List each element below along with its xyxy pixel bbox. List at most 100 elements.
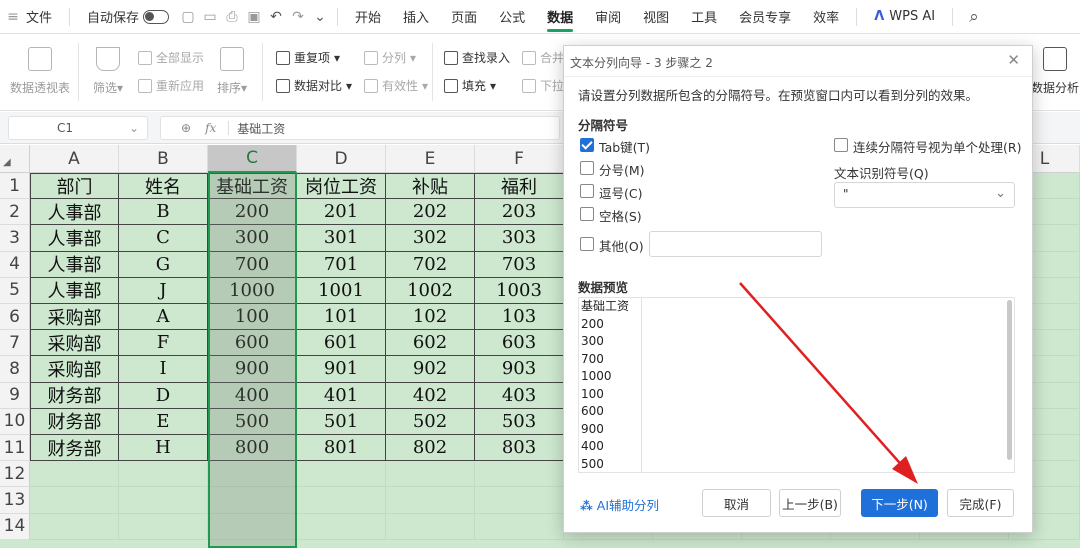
row-header[interactable]: 10: [0, 408, 30, 435]
column-header-e[interactable]: E: [386, 145, 475, 173]
validity-button[interactable]: 有效性 ▾: [364, 77, 428, 94]
data-cell[interactable]: 203: [475, 199, 564, 226]
save-icon[interactable]: ▢: [177, 0, 199, 34]
tab-formula[interactable]: 公式: [488, 0, 536, 34]
grid-cell[interactable]: [386, 461, 475, 488]
other-checkbox[interactable]: [580, 237, 594, 251]
formula-input[interactable]: ⊕ fx 基础工资: [160, 116, 560, 140]
grid-cell[interactable]: [119, 487, 208, 514]
zoom-icon[interactable]: ⊕: [181, 121, 191, 135]
tab-data[interactable]: 数据: [536, 0, 584, 34]
grid-cell[interactable]: [30, 461, 119, 488]
data-cell[interactable]: 402: [386, 382, 475, 409]
data-cell[interactable]: 503: [475, 408, 564, 435]
print-icon[interactable]: ⎙: [221, 0, 243, 34]
data-cell[interactable]: B: [119, 199, 208, 226]
grid-cell[interactable]: [475, 513, 564, 540]
grid-cell[interactable]: [30, 487, 119, 514]
header-cell[interactable]: 姓名: [119, 173, 208, 200]
data-compare-button[interactable]: 数据对比 ▾: [276, 77, 352, 94]
data-cell[interactable]: 702: [386, 251, 475, 278]
grid-cell[interactable]: [119, 513, 208, 540]
row-header[interactable]: 9: [0, 382, 30, 409]
data-cell[interactable]: 人事部: [30, 225, 119, 252]
data-cell[interactable]: 102: [386, 304, 475, 331]
filter-button[interactable]: 筛选▾: [90, 47, 126, 96]
data-cell[interactable]: 401: [297, 382, 386, 409]
comma-checkbox[interactable]: [580, 184, 594, 198]
row-header[interactable]: 4: [0, 251, 30, 278]
consecutive-delimiters-label[interactable]: 连续分隔符号视为单个处理(R): [853, 137, 1021, 156]
grid-cell[interactable]: [475, 487, 564, 514]
next-button[interactable]: 下一步(N): [861, 489, 938, 517]
data-cell[interactable]: 501: [297, 408, 386, 435]
row-header[interactable]: 5: [0, 277, 30, 304]
grid-cell[interactable]: [297, 513, 386, 540]
grid-cell[interactable]: [297, 487, 386, 514]
data-cell[interactable]: 202: [386, 199, 475, 226]
data-cell[interactable]: 财务部: [30, 408, 119, 435]
data-cell[interactable]: 1001: [297, 277, 386, 304]
data-cell[interactable]: 303: [475, 225, 564, 252]
tab-member[interactable]: 会员专享: [728, 0, 802, 34]
merge-button[interactable]: 合并: [522, 49, 564, 66]
data-analysis-button[interactable]: 数据分析: [1030, 47, 1080, 96]
row-header[interactable]: 3: [0, 225, 30, 252]
data-cell[interactable]: 701: [297, 251, 386, 278]
fill-button[interactable]: 填充 ▾: [444, 77, 496, 94]
export-icon[interactable]: ▭: [199, 0, 221, 34]
row-header[interactable]: 6: [0, 304, 30, 331]
data-cell[interactable]: C: [119, 225, 208, 252]
comma-checkbox-label[interactable]: 逗号(C): [599, 183, 642, 202]
data-cell[interactable]: J: [119, 277, 208, 304]
file-menu[interactable]: 文件: [24, 0, 63, 34]
close-icon[interactable]: ✕: [1007, 51, 1020, 69]
data-cell[interactable]: 1003: [475, 277, 564, 304]
row-header[interactable]: 8: [0, 356, 30, 383]
row-header[interactable]: 12: [0, 461, 30, 488]
column-header-c[interactable]: C: [208, 145, 297, 173]
preview-scrollbar[interactable]: [1007, 300, 1012, 460]
data-cell[interactable]: 403: [475, 382, 564, 409]
data-cell[interactable]: 采购部: [30, 330, 119, 357]
data-cell[interactable]: 201: [297, 199, 386, 226]
split-column-button[interactable]: 分列 ▾: [364, 49, 416, 66]
finish-button[interactable]: 完成(F): [947, 489, 1014, 517]
grid-cell[interactable]: [386, 487, 475, 514]
row-header[interactable]: 14: [0, 513, 30, 540]
lookup-entry-button[interactable]: 查找录入: [444, 49, 510, 66]
column-header-d[interactable]: D: [297, 145, 386, 173]
header-cell[interactable]: 补贴: [386, 173, 475, 200]
data-cell[interactable]: 901: [297, 356, 386, 383]
data-cell[interactable]: 801: [297, 435, 386, 462]
data-cell[interactable]: 601: [297, 330, 386, 357]
grid-cell[interactable]: [30, 513, 119, 540]
row-header[interactable]: 11: [0, 435, 30, 462]
fx-icon[interactable]: fx: [205, 121, 216, 135]
data-cell[interactable]: 301: [297, 225, 386, 252]
sort-button[interactable]: 排序▾: [214, 47, 250, 96]
row-header[interactable]: 7: [0, 330, 30, 357]
name-box[interactable]: C1 ⌄: [8, 116, 148, 140]
space-checkbox[interactable]: [580, 207, 594, 221]
data-cell[interactable]: 人事部: [30, 199, 119, 226]
data-cell[interactable]: 302: [386, 225, 475, 252]
show-all-button[interactable]: 全部显示: [138, 49, 204, 66]
grid-cell[interactable]: [119, 461, 208, 488]
back-button[interactable]: 上一步(B): [779, 489, 841, 517]
data-cell[interactable]: 人事部: [30, 251, 119, 278]
tab-view[interactable]: 视图: [632, 0, 680, 34]
data-cell[interactable]: 903: [475, 356, 564, 383]
data-cell[interactable]: 人事部: [30, 277, 119, 304]
data-cell[interactable]: F: [119, 330, 208, 357]
pivot-table-button[interactable]: 数据透视表: [10, 47, 70, 96]
ai-split-link[interactable]: ⁂ AI辅助分列: [580, 495, 659, 514]
data-cell[interactable]: 703: [475, 251, 564, 278]
data-cell[interactable]: 1002: [386, 277, 475, 304]
tab-tools[interactable]: 工具: [680, 0, 728, 34]
data-cell[interactable]: 603: [475, 330, 564, 357]
tab-page[interactable]: 页面: [440, 0, 488, 34]
row-header[interactable]: 1: [0, 173, 30, 200]
data-cell[interactable]: 财务部: [30, 382, 119, 409]
header-cell[interactable]: 岗位工资: [297, 173, 386, 200]
